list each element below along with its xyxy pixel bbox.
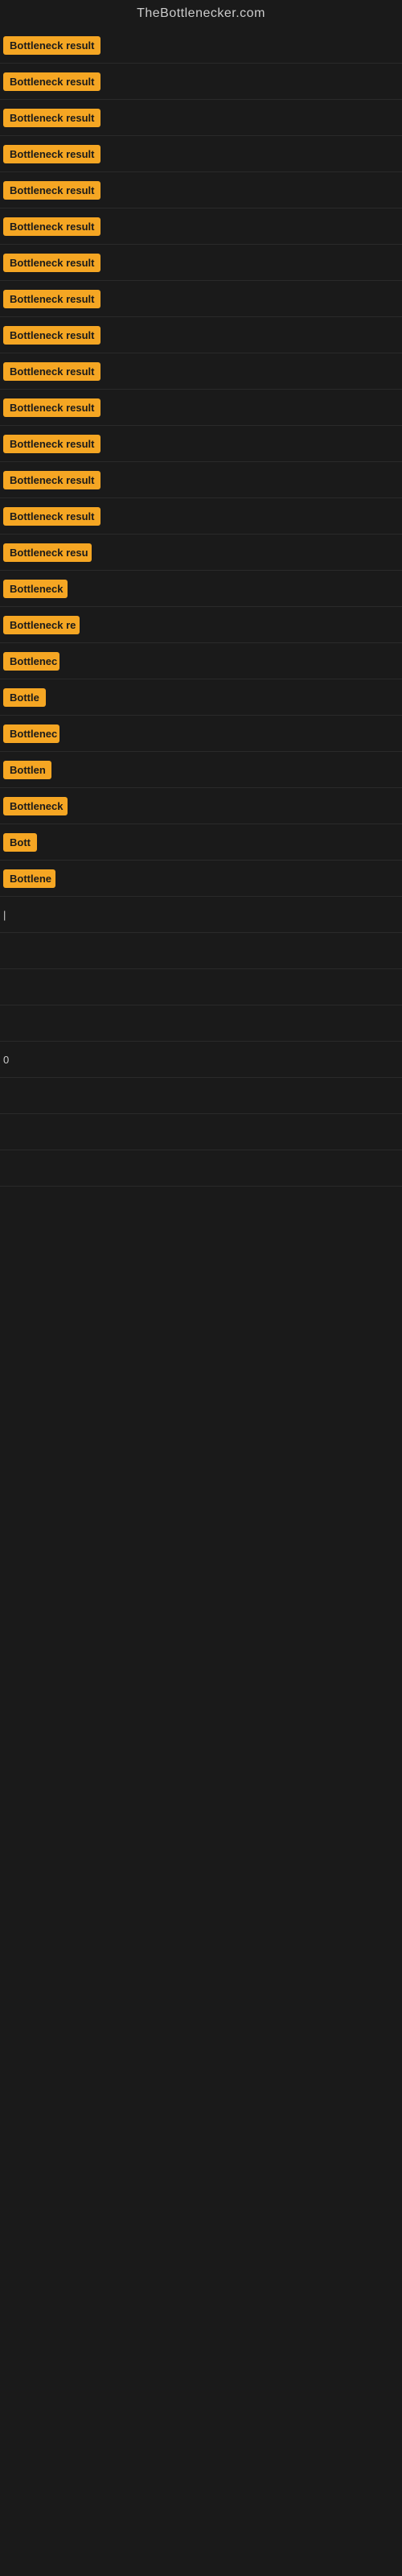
list-item: Bottleneck result	[0, 462, 402, 498]
list-item: Bottlene	[0, 861, 402, 897]
list-item: Bottleneck result	[0, 390, 402, 426]
bottleneck-result-badge[interactable]: Bottleneck	[3, 580, 68, 598]
list-item	[0, 1078, 402, 1114]
list-item: Bottleneck result	[0, 317, 402, 353]
bottleneck-result-badge[interactable]: Bottleneck result	[3, 254, 100, 272]
bottleneck-result-badge[interactable]: Bottlen	[3, 761, 51, 779]
list-item	[0, 933, 402, 969]
bottleneck-result-badge[interactable]: Bottleneck result	[3, 290, 100, 308]
bottleneck-result-badge[interactable]: Bottleneck result	[3, 217, 100, 236]
bottleneck-result-badge[interactable]: Bottleneck result	[3, 471, 100, 489]
site-title: TheBottlenecker.com	[0, 0, 402, 27]
bottleneck-result-badge[interactable]: Bott	[3, 833, 37, 852]
list-item: Bottleneck result	[0, 281, 402, 317]
list-item: Bottleneck resu	[0, 535, 402, 571]
bottleneck-result-badge[interactable]: Bottleneck result	[3, 109, 100, 127]
list-item: Bottleneck result	[0, 172, 402, 208]
bottleneck-result-badge[interactable]: Bottleneck result	[3, 181, 100, 200]
list-item: Bottleneck result	[0, 64, 402, 100]
list-item: Bottle	[0, 679, 402, 716]
list-item: 0	[0, 1042, 402, 1078]
bottleneck-result-badge[interactable]: Bottleneck result	[3, 72, 100, 91]
bottleneck-result-badge[interactable]: Bottleneck result	[3, 362, 100, 381]
list-item: Bottleneck result	[0, 136, 402, 172]
bottleneck-result-badge[interactable]: Bottleneck result	[3, 398, 100, 417]
bottleneck-result-badge[interactable]: Bottleneck result	[3, 326, 100, 345]
list-item	[0, 1005, 402, 1042]
list-item: Bottlenec	[0, 643, 402, 679]
bottleneck-result-badge[interactable]: Bottleneck	[3, 797, 68, 815]
site-header: TheBottlenecker.com	[0, 0, 402, 27]
list-item: Bottleneck result	[0, 498, 402, 535]
list-item: Bottleneck result	[0, 245, 402, 281]
cursor-indicator: |	[3, 909, 6, 921]
bottleneck-result-badge[interactable]: Bottlene	[3, 869, 55, 888]
list-item: Bottleneck	[0, 788, 402, 824]
bottleneck-result-badge[interactable]: Bottlenec	[3, 652, 59, 671]
list-item: Bottleneck result	[0, 353, 402, 390]
list-item: Bottleneck	[0, 571, 402, 607]
list-item	[0, 1114, 402, 1150]
list-item: Bottlen	[0, 752, 402, 788]
list-item: Bottleneck result	[0, 100, 402, 136]
list-item: Bottleneck re	[0, 607, 402, 643]
cursor-indicator: 0	[3, 1054, 9, 1066]
bottleneck-result-badge[interactable]: Bottle	[3, 688, 46, 707]
bottleneck-result-badge[interactable]: Bottlenec	[3, 724, 59, 743]
list-item: Bottleneck result	[0, 426, 402, 462]
list-item: Bott	[0, 824, 402, 861]
list-item: |	[0, 897, 402, 933]
list-item: Bottleneck result	[0, 27, 402, 64]
bottleneck-result-badge[interactable]: Bottleneck result	[3, 435, 100, 453]
list-item: Bottleneck result	[0, 208, 402, 245]
bottleneck-result-badge[interactable]: Bottleneck re	[3, 616, 80, 634]
list-item	[0, 969, 402, 1005]
bottleneck-result-badge[interactable]: Bottleneck result	[3, 36, 100, 55]
list-item: Bottlenec	[0, 716, 402, 752]
list-item	[0, 1150, 402, 1187]
bottleneck-result-badge[interactable]: Bottleneck resu	[3, 543, 92, 562]
bottleneck-result-badge[interactable]: Bottleneck result	[3, 507, 100, 526]
bottleneck-result-badge[interactable]: Bottleneck result	[3, 145, 100, 163]
